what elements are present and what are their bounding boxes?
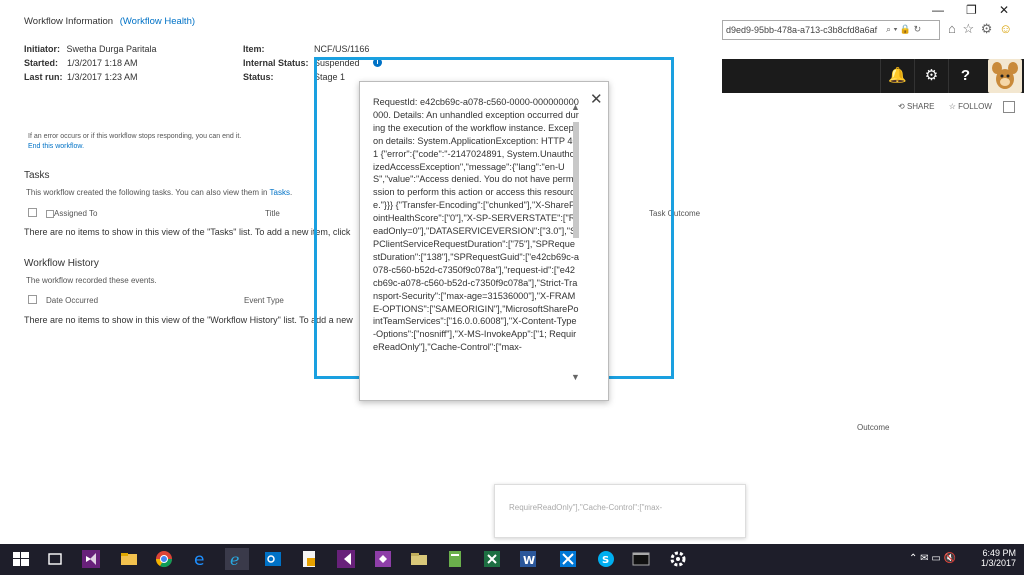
dropdown-icon[interactable]: ▾	[894, 24, 898, 34]
tasks-description: This workflow created the following task…	[26, 188, 292, 197]
history-heading: Workflow History	[24, 258, 99, 269]
lock-icon[interactable]: 🔒	[900, 24, 911, 34]
tasks-col-assigned[interactable]: Assigned To	[46, 209, 97, 218]
browser-toolbar: ⌂ ☆ ⚙ ☺	[948, 21, 1012, 37]
initiator-row: Initiator: Swetha Durga Paritala	[24, 44, 157, 54]
svg-text:e: e	[230, 550, 239, 569]
follow-label: FOLLOW	[958, 102, 992, 111]
window-controls: — ❐ ✕	[724, 0, 1024, 20]
lastrun-row: Last run: 1/3/2017 1:23 AM	[24, 72, 138, 82]
excel-icon[interactable]	[481, 548, 505, 570]
taskbar: e e W S ⌃ ✉ ▭ 🔇 6:49 PM 1/3/2017	[0, 544, 1024, 575]
close-window-icon[interactable]: ✕	[999, 3, 1009, 17]
share-button[interactable]: ⟲ SHARE	[898, 102, 941, 111]
svg-text:S: S	[602, 555, 609, 566]
error-details-text: RequestId: e42cb69c-a078-c560-0000-00000…	[373, 97, 579, 353]
system-tray: ⌃ ✉ ▭ 🔇 6:49 PM 1/3/2017	[909, 548, 1016, 568]
folder-icon[interactable]	[408, 548, 432, 570]
started-label: Started:	[24, 58, 59, 68]
tools-icon[interactable]	[557, 548, 581, 570]
focus-mode-icon[interactable]	[1003, 101, 1015, 113]
item-label: Item:	[243, 44, 265, 54]
tasks-description-text: This workflow created the following task…	[26, 188, 268, 197]
task-view-icon[interactable]	[44, 548, 68, 570]
end-workflow-link[interactable]: End this workflow.	[28, 143, 84, 150]
tasks-heading: Tasks	[24, 170, 50, 181]
history-col-date[interactable]: Date Occurred	[46, 296, 98, 305]
tasks-empty-message: There are no items to show in this view …	[24, 227, 351, 237]
word-icon[interactable]: W	[517, 548, 541, 570]
start-icon[interactable]	[10, 548, 34, 570]
tasks-select-all-checkbox[interactable]	[28, 208, 42, 218]
address-text: d9ed9-95bb-478a-a713-c3b8cfd8a6af	[726, 25, 878, 35]
scroll-thumb[interactable]	[573, 122, 579, 238]
scroll-up-icon[interactable]: ▲	[571, 102, 580, 112]
internal-status-label: Internal Status:	[243, 58, 309, 68]
app-purple-icon[interactable]	[372, 548, 396, 570]
visual-studio-2-icon[interactable]	[335, 548, 359, 570]
tasks-row-checkbox[interactable]	[46, 209, 54, 218]
workflow-health-link[interactable]: (Workflow Health)	[120, 16, 195, 27]
chrome-icon[interactable]	[153, 548, 177, 570]
error-callout: RequestId: e42cb69c-a078-c560-0000-00000…	[359, 81, 609, 401]
history-select-all-checkbox[interactable]	[28, 295, 42, 305]
page-title: Workflow Information (Workflow Health)	[24, 16, 195, 27]
settings-icon[interactable]: ⚙	[981, 21, 993, 36]
tasks-col-title[interactable]: Title	[265, 209, 280, 218]
lastrun-label: Last run:	[24, 72, 63, 82]
favorites-icon[interactable]: ☆	[962, 21, 974, 36]
tasks-col-assigned-label: Assigned To	[54, 209, 98, 218]
smiley-icon[interactable]: ☺	[999, 21, 1012, 36]
started-value: 1/3/2017 1:18 AM	[67, 58, 138, 68]
avatar[interactable]	[988, 59, 1022, 93]
internet-explorer-icon[interactable]: e	[225, 548, 249, 570]
settings-gear-icon[interactable]: ⚙	[914, 59, 948, 93]
refresh-icon[interactable]: ↻	[914, 24, 922, 34]
end-workflow-note: If an error occurs or if this workflow s…	[28, 133, 242, 140]
history-col-event[interactable]: Event Type	[244, 296, 284, 305]
visual-studio-icon[interactable]	[80, 548, 104, 570]
status-label: Status:	[243, 72, 274, 82]
initiator-value: Swetha Durga Paritala	[66, 44, 157, 54]
address-controls: ⌕ ▾ 🔒 ↻	[886, 24, 921, 35]
period: .	[289, 188, 293, 197]
gear-app-icon[interactable]	[667, 548, 691, 570]
file-icon[interactable]	[298, 548, 322, 570]
follow-button[interactable]: ☆ FOLLOW	[949, 102, 998, 111]
notepad-icon[interactable]	[444, 548, 468, 570]
svg-text:W: W	[523, 554, 535, 567]
suite-bar: 🔔 ⚙ ?	[722, 59, 1024, 93]
background-callout: RequireReadOnly"],"Cache-Control":["max-	[494, 484, 746, 538]
edge-icon[interactable]: e	[190, 548, 214, 570]
item-link[interactable]: NCF/US/1166	[314, 44, 369, 54]
lastrun-value: 1/3/2017 1:23 AM	[67, 72, 138, 82]
history-empty-message: There are no items to show in this view …	[24, 315, 353, 325]
file-explorer-icon[interactable]	[118, 548, 142, 570]
clock-time[interactable]: 6:49 PM	[981, 548, 1016, 558]
restore-icon[interactable]: ❐	[966, 3, 977, 17]
callout-scrollbar[interactable]: ▲ ▼	[571, 102, 581, 382]
started-row: Started: 1/3/2017 1:18 AM	[24, 58, 138, 68]
background-callout-text: RequireReadOnly"],"Cache-Control":["max-	[509, 503, 663, 512]
clock-date[interactable]: 1/3/2017	[981, 558, 1016, 568]
close-callout-icon[interactable]: ✕	[590, 90, 603, 108]
home-icon[interactable]: ⌂	[948, 21, 956, 36]
share-follow-bar: ⟲ SHARE ☆ FOLLOW	[898, 102, 1004, 111]
svg-text:e: e	[194, 550, 204, 570]
minimize-icon[interactable]: —	[932, 3, 944, 17]
terminal-icon[interactable]	[630, 548, 654, 570]
tasks-list-link[interactable]: Tasks	[270, 188, 290, 197]
history-col-outcome[interactable]: Outcome	[857, 423, 889, 432]
search-icon[interactable]: ⌕	[886, 24, 891, 34]
notifications-icon[interactable]: 🔔	[880, 59, 914, 93]
skype-icon[interactable]: S	[595, 548, 619, 570]
scroll-down-icon[interactable]: ▼	[571, 372, 580, 382]
history-description: The workflow recorded these events.	[26, 276, 157, 285]
share-label: SHARE	[906, 102, 935, 111]
help-icon[interactable]: ?	[948, 59, 982, 93]
outlook-icon[interactable]	[262, 548, 286, 570]
tray-icons[interactable]: ⌃ ✉ ▭ 🔇	[909, 553, 956, 564]
initiator-label: Initiator:	[24, 44, 60, 54]
page-title-text: Workflow Information	[24, 16, 114, 27]
